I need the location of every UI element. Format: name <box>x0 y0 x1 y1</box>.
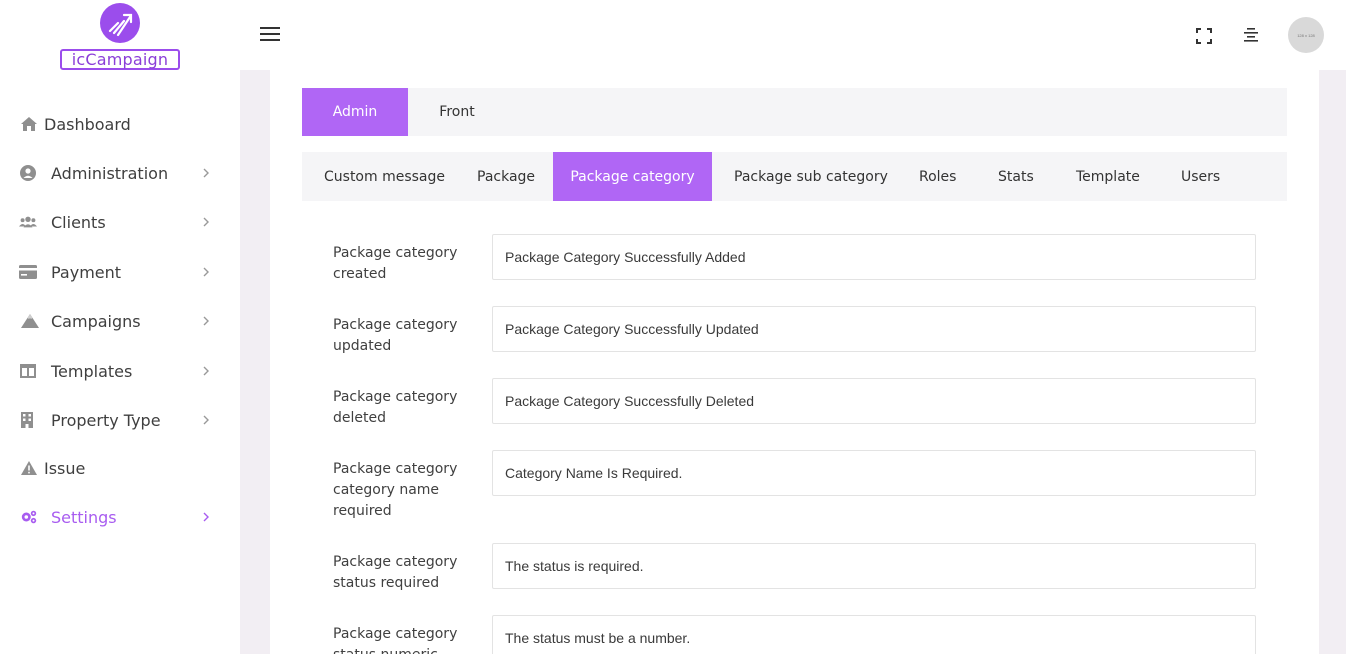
secondary-tabs: Custom message Package Package category … <box>302 152 1287 201</box>
tab-roles[interactable]: Roles <box>919 152 956 201</box>
tab-package[interactable]: Package <box>477 152 535 201</box>
sidebar-item-templates[interactable]: Templates <box>0 353 240 389</box>
home-icon <box>20 115 38 133</box>
tab-template[interactable]: Template <box>1076 152 1140 201</box>
tab-users[interactable]: Users <box>1181 152 1220 201</box>
logo-mark-icon <box>100 3 140 43</box>
settings-panel: Admin Front Custom message Package Packa… <box>270 70 1319 654</box>
brand-logo[interactable]: icCampaign <box>58 3 182 71</box>
sidebar-item-administration[interactable]: Administration <box>0 155 240 191</box>
sidebar-item-label: Templates <box>51 361 133 381</box>
sidebar-item-label: Dashboard <box>44 114 131 134</box>
sidebar-item-campaigns[interactable]: Campaigns <box>0 303 240 339</box>
warning-icon <box>20 459 38 477</box>
chevron-right-icon <box>203 415 209 425</box>
sidebar: icCampaign Dashboard Administration Clie… <box>0 0 240 654</box>
chevron-right-icon <box>203 168 209 178</box>
building-icon <box>18 411 36 429</box>
menu-toggle-icon[interactable] <box>260 27 280 43</box>
credit-card-icon <box>19 263 37 281</box>
sidebar-item-settings[interactable]: Settings <box>0 499 240 535</box>
field-label: Package category status numeric <box>333 626 458 654</box>
tab-stats[interactable]: Stats <box>998 152 1034 201</box>
field-label: Package category deleted <box>333 389 458 426</box>
avatar[interactable]: 128 x 128 <box>1288 17 1324 53</box>
chevron-right-icon <box>203 217 209 227</box>
message-input[interactable]: The status is required. <box>492 543 1256 589</box>
gears-icon <box>20 508 38 526</box>
sidebar-item-label: Settings <box>51 507 117 527</box>
chevron-right-icon <box>203 512 209 522</box>
top-header: 128 x 128 <box>240 0 1346 70</box>
message-input[interactable]: The status must be a number. <box>492 615 1256 654</box>
sidebar-item-property-type[interactable]: Property Type <box>0 402 240 438</box>
tab-package-sub-category[interactable]: Package sub category <box>734 152 888 201</box>
sidebar-item-dashboard[interactable]: Dashboard <box>0 106 240 142</box>
fullscreen-icon[interactable] <box>1195 27 1213 45</box>
primary-tabs: Admin Front <box>302 88 1287 136</box>
sidebar-item-issue[interactable]: Issue <box>0 450 240 486</box>
field-label: Package category updated <box>333 317 458 354</box>
sidebar-item-clients[interactable]: Clients <box>0 204 240 240</box>
message-input[interactable]: Package Category Successfully Updated <box>492 306 1256 352</box>
message-input[interactable]: Package Category Successfully Added <box>492 234 1256 280</box>
sidebar-item-label: Administration <box>51 163 169 183</box>
field-label: Package category status required <box>333 554 458 591</box>
users-icon <box>19 213 37 231</box>
chevron-right-icon <box>203 267 209 277</box>
chevron-right-icon <box>203 316 209 326</box>
tab-custom-message[interactable]: Custom message <box>324 152 445 201</box>
sidebar-item-payment[interactable]: Payment <box>0 254 240 290</box>
sidebar-item-label: Payment <box>51 262 122 282</box>
sidebar-item-label: Campaigns <box>51 311 141 331</box>
mountain-icon <box>21 312 39 330</box>
message-input[interactable]: Category Name Is Required. <box>492 450 1256 496</box>
sidebar-item-label: Clients <box>51 212 106 232</box>
tab-admin[interactable]: Admin <box>302 88 408 136</box>
field-label: Package category created <box>333 245 458 282</box>
tab-package-category[interactable]: Package category <box>553 152 712 201</box>
logo-text: icCampaign <box>60 49 180 70</box>
tab-front[interactable]: Front <box>408 88 506 136</box>
user-circle-icon <box>19 164 37 182</box>
align-center-icon[interactable] <box>1243 27 1259 43</box>
layout-icon <box>19 362 37 380</box>
message-input[interactable]: Package Category Successfully Deleted <box>492 378 1256 424</box>
chevron-right-icon <box>203 366 209 376</box>
sidebar-item-label: Property Type <box>51 410 161 430</box>
sidebar-item-label: Issue <box>44 458 86 478</box>
field-label: Package category category name required <box>333 461 458 519</box>
